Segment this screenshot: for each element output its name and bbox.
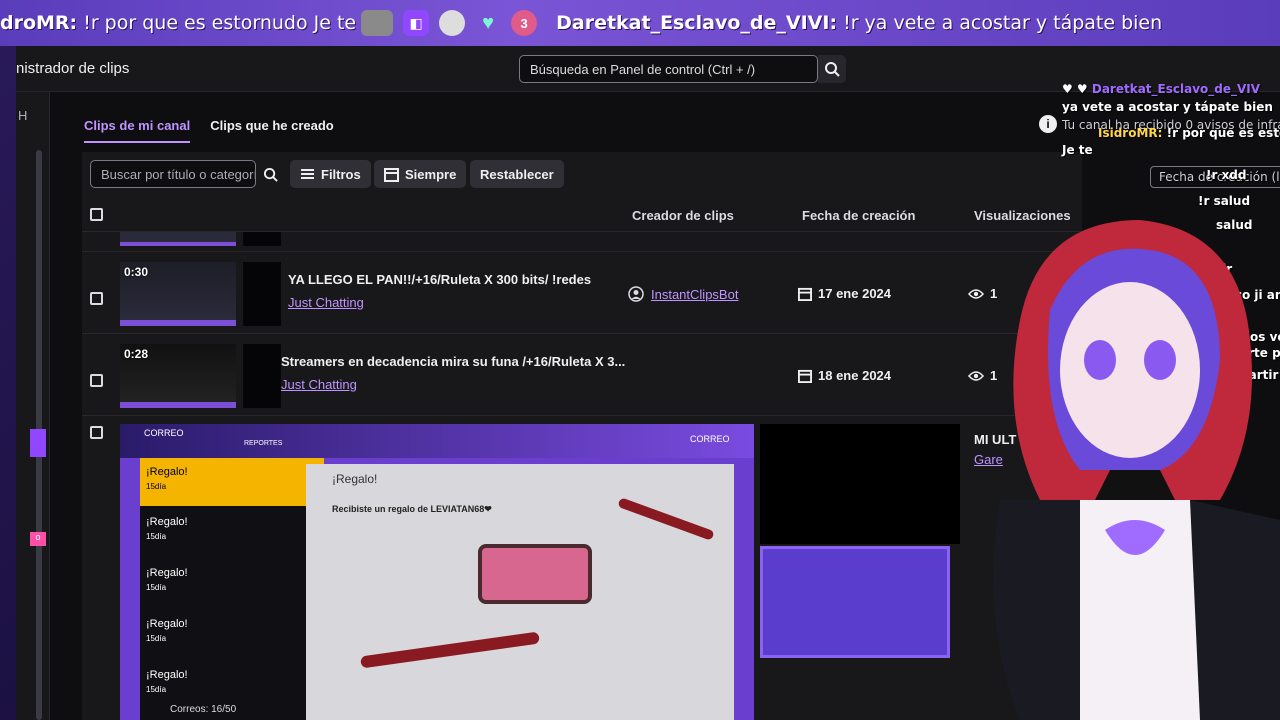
reset-label: Restablecer — [480, 166, 554, 182]
clip-date-text: 18 ene 2024 — [818, 368, 892, 383]
preview-mail-item: ¡Regalo! 15día — [146, 567, 188, 592]
sub-badge-icon: 3 — [511, 10, 538, 36]
info-icon[interactable]: i — [1039, 115, 1057, 133]
clip-thumbnail-dark — [760, 424, 960, 544]
clip-creator-link[interactable]: InstantClipsBot — [651, 287, 738, 302]
clip-title[interactable]: Streamers en decadencia mira su funa /+1… — [281, 354, 625, 369]
clips-tabs: Clips de mi canal Clips que he creado — [84, 118, 334, 143]
calendar-icon — [798, 369, 812, 383]
clip-category-link[interactable]: Just Chatting — [281, 377, 357, 392]
clip-thumbnail[interactable]: 0:28 — [120, 344, 236, 408]
preview-mail-content: ¡Regalo! Recibiste un regalo de LEVIATAN… — [306, 464, 734, 720]
gift-chest-image — [478, 544, 592, 604]
clip-title[interactable]: YA LLEGO EL PAN!!/+16/Ruleta X 300 bits/… — [288, 272, 591, 287]
clip-date: 17 ene 2024 — [798, 286, 891, 301]
ticker-message-2: !r ya vete a acostar y tápate bien — [837, 12, 1163, 34]
chat-badges-icon: ♥ ♥ — [1062, 82, 1092, 96]
left-sidebar: H — [16, 92, 50, 720]
table-row[interactable] — [82, 212, 1082, 252]
ticker-username-1: droMR: — [0, 12, 78, 34]
side-badge: o — [30, 532, 46, 546]
clip-search-input[interactable]: Buscar por título o categoría — [90, 160, 256, 188]
heart-badge-icon: ♥ — [482, 11, 495, 34]
row-checkbox[interactable] — [90, 426, 103, 439]
search-button[interactable] — [818, 55, 846, 83]
mini-stream-thumbnail — [760, 546, 950, 658]
clip-preview-player[interactable]: CORREO REPORTES CORREO ¡Regalo! 15día ¡Re… — [120, 424, 754, 720]
clip-duration: 0:28 — [124, 347, 149, 361]
preview-tab-reports: REPORTES — [244, 440, 283, 447]
emote-icon — [361, 10, 394, 36]
calendar-icon — [384, 167, 399, 182]
chat-message: !r por que es estornu — [1166, 126, 1280, 140]
chat-message: Je te — [1062, 143, 1093, 157]
sliders-icon — [301, 169, 314, 179]
sidebar-letter: H — [18, 108, 28, 123]
preview-mail-heading: ¡Regalo! — [332, 472, 378, 486]
chat-message: !r xdd — [1206, 168, 1247, 182]
ticker-message-1: !r por que es estornudo Je te — [77, 12, 357, 34]
tab-clips-i-created[interactable]: Clips que he creado — [210, 118, 334, 143]
preview-mail-item: ¡Regalo! 15día — [146, 618, 188, 643]
dashboard-search-input[interactable]: Búsqueda en Panel de control (Ctrl + /) — [519, 55, 818, 83]
clip-date: 18 ene 2024 — [798, 368, 891, 383]
avatar-icon — [439, 10, 466, 36]
clip-date-text: 17 ene 2024 — [818, 286, 892, 301]
clip-thumbnail[interactable] — [120, 232, 236, 246]
chat-username: Daretkat_Esclavo_de_VIV — [1091, 82, 1261, 96]
preview-mail-item: ¡Regalo! 15día — [146, 669, 188, 694]
chat-username: IsidroMR: — [1098, 126, 1163, 140]
chat-ticker: droMR: !r por que es estornudo Je te ◧ ♥… — [0, 0, 1280, 46]
reset-button[interactable]: Restablecer — [470, 160, 564, 188]
ribbon-shape — [617, 497, 715, 541]
filters-label: Filtros — [321, 166, 361, 182]
preview-mail-count: Correos: 16/50 — [170, 704, 237, 715]
preview-mail-message: Recibiste un regalo de LEVIATAN68❤ — [332, 504, 492, 514]
clip-thumbnail-secondary — [243, 232, 281, 246]
calendar-icon — [798, 287, 812, 301]
user-icon — [628, 286, 644, 302]
clip-thumbnail-secondary — [243, 262, 281, 326]
preview-tab-mail: CORREO — [144, 428, 184, 438]
time-range-button[interactable]: Siempre — [374, 160, 467, 188]
tab-my-channel-clips[interactable]: Clips de mi canal — [84, 118, 191, 143]
table-row[interactable]: 0:28 Streamers en decadencia mira su fun… — [82, 336, 1082, 416]
time-range-label: Siempre — [405, 166, 457, 182]
clip-category-link[interactable]: Just Chatting — [288, 295, 364, 310]
clip-thumbnail-secondary — [243, 344, 281, 408]
search-icon — [825, 62, 840, 77]
preview-mail-list: ¡Regalo! 15día ¡Regalo! 15día ¡Regalo! 15dí… — [140, 458, 324, 720]
clip-creator[interactable]: InstantClipsBot — [628, 286, 738, 302]
search-icon — [263, 167, 278, 182]
page-title: nistrador de clips — [16, 60, 130, 77]
preview-game-header: CORREO REPORTES CORREO — [120, 424, 754, 458]
vtuber-avatar-image — [993, 220, 1280, 720]
ticker-username-2: Daretkat_Esclavo_de_VIVI: — [556, 12, 838, 34]
table-row[interactable]: 0:30 YA LLEGO EL PAN!!/+16/Ruleta X 300 … — [82, 254, 1082, 334]
screen: droMR: !r por que es estornudo Je te ◧ ♥… — [0, 0, 1280, 720]
filters-button[interactable]: Filtros — [290, 160, 371, 188]
preview-mail-item: ¡Regalo! 15día — [146, 516, 188, 541]
clip-duration: 0:30 — [124, 265, 149, 279]
chat-message: ya vete a acostar y tápate bien — [1062, 100, 1273, 114]
preview-tab-mail-2: CORREO — [690, 434, 730, 444]
clip-search-button[interactable] — [256, 160, 284, 188]
clip-thumbnail[interactable]: 0:30 — [120, 262, 236, 326]
preview-mail-item: ¡Regalo! 15día — [140, 458, 324, 506]
row-checkbox[interactable] — [90, 292, 103, 305]
row-checkbox[interactable] — [90, 374, 103, 387]
side-accent — [30, 429, 46, 457]
twitch-icon: ◧ — [403, 10, 430, 36]
ribbon-shape — [360, 631, 540, 669]
